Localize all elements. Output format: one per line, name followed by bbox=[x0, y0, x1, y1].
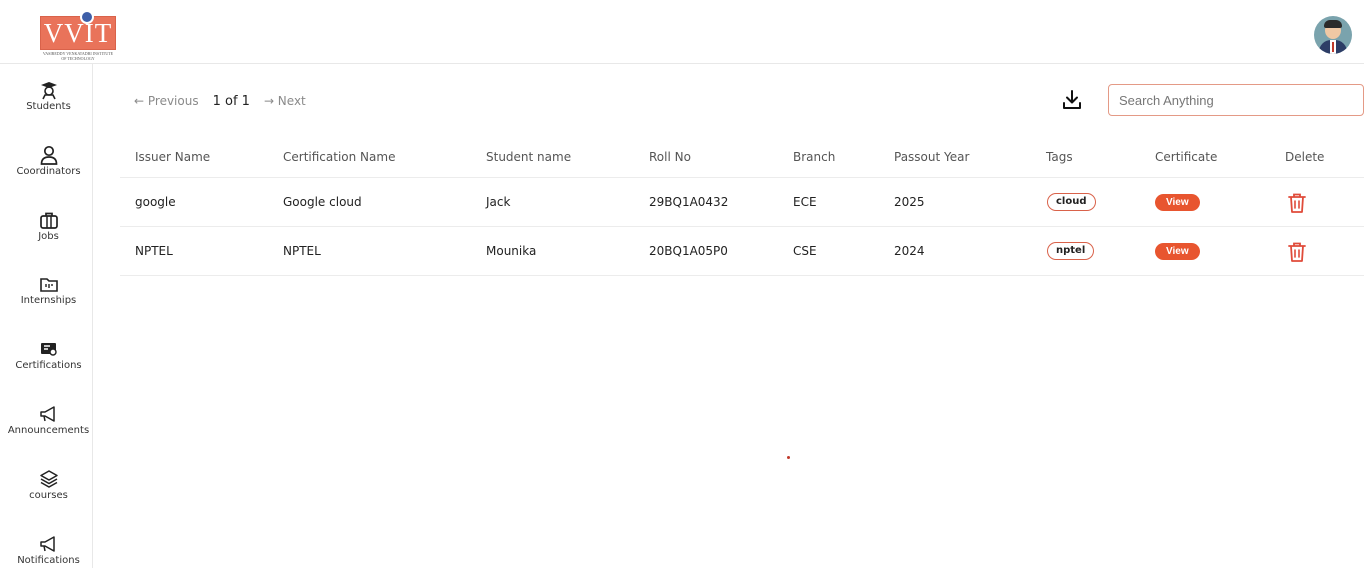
column-header-student-name[interactable]: Student name bbox=[486, 150, 571, 164]
sidebar-item-label: Certifications bbox=[15, 360, 82, 371]
column-header-certificate: Certificate bbox=[1155, 150, 1218, 164]
cell-roll-no: 20BQ1A05P0 bbox=[649, 244, 728, 258]
view-certificate-button[interactable]: View bbox=[1155, 243, 1200, 260]
previous-page-button[interactable]: ← Previous bbox=[134, 94, 199, 108]
download-icon[interactable] bbox=[1061, 88, 1083, 112]
megaphone-icon bbox=[39, 406, 55, 422]
trash-icon[interactable] bbox=[1286, 240, 1308, 264]
column-header-tags: Tags bbox=[1046, 150, 1073, 164]
briefcase-icon bbox=[39, 212, 58, 229]
cell-certification-name: Google cloud bbox=[283, 195, 362, 209]
sidebar-item-label: Notifications bbox=[17, 555, 80, 566]
cell-student-name: Mounika bbox=[486, 244, 537, 258]
logo-emblem-icon bbox=[80, 10, 94, 24]
table-header: Issuer Name Certification Name Student n… bbox=[120, 138, 1364, 178]
cell-issuer-name: google bbox=[135, 195, 176, 209]
tag-badge: nptel bbox=[1047, 242, 1095, 260]
avatar-hair bbox=[1324, 20, 1342, 28]
table-row[interactable]: NPTEL NPTEL Mounika 20BQ1A05P0 CSE 2024 … bbox=[120, 227, 1364, 276]
user-avatar-icon[interactable] bbox=[1314, 16, 1352, 54]
cell-certification-name: NPTEL bbox=[283, 244, 321, 258]
graduate-icon bbox=[40, 82, 57, 100]
cell-student-name: Jack bbox=[486, 195, 511, 209]
top-bar: VVIT VASIREDDY VENKATADRI INSTITUTE OF T… bbox=[0, 0, 1364, 64]
tag-badge: cloud bbox=[1047, 193, 1096, 211]
pagination: ← Previous 1 of 1 → Next bbox=[134, 91, 306, 111]
sidebar-item-label: Students bbox=[26, 101, 71, 112]
cell-issuer-name: NPTEL bbox=[135, 244, 173, 258]
sidebar-item-courses[interactable]: courses bbox=[0, 469, 97, 501]
sidebar-item-label: Internships bbox=[20, 295, 77, 306]
cell-branch: CSE bbox=[793, 244, 817, 258]
sidebar-item-internships[interactable]: Internships bbox=[0, 274, 97, 306]
logo-subtitle: VASIREDDY VENKATADRI INSTITUTE OF TECHNO… bbox=[42, 51, 114, 61]
sidebar-item-label: Announcements bbox=[7, 425, 90, 436]
table-row[interactable]: google Google cloud Jack 29BQ1A0432 ECE … bbox=[120, 178, 1364, 227]
trash-icon[interactable] bbox=[1286, 191, 1308, 215]
megaphone-icon bbox=[39, 536, 55, 552]
sidebar-item-certifications[interactable]: Certifications bbox=[0, 339, 97, 371]
logo-text: VVIT bbox=[43, 18, 113, 48]
column-header-branch[interactable]: Branch bbox=[793, 150, 835, 164]
sidebar-item-coordinators[interactable]: Coordinators bbox=[0, 145, 97, 177]
sidebar-item-announcements[interactable]: Announcements bbox=[0, 404, 97, 436]
cell-branch: ECE bbox=[793, 195, 817, 209]
search-input[interactable] bbox=[1108, 84, 1364, 116]
folder-icon bbox=[39, 278, 58, 292]
cell-roll-no: 29BQ1A0432 bbox=[649, 195, 729, 209]
view-certificate-button[interactable]: View bbox=[1155, 194, 1200, 211]
sidebar-item-jobs[interactable]: Jobs bbox=[0, 210, 97, 242]
column-header-passout-year[interactable]: Passout Year bbox=[894, 150, 969, 164]
cell-passout-year: 2025 bbox=[894, 195, 925, 209]
sidebar-item-notifications[interactable]: Notifications bbox=[0, 534, 97, 566]
sidebar-item-label: courses bbox=[29, 490, 68, 501]
sidebar: Students Coordinators Jobs Internships C… bbox=[0, 64, 93, 568]
next-page-button[interactable]: → Next bbox=[264, 94, 306, 108]
page-indicator: 1 of 1 bbox=[212, 93, 250, 109]
certificate-icon bbox=[40, 343, 57, 356]
sidebar-item-label: Jobs bbox=[38, 231, 59, 242]
avatar-tie bbox=[1332, 42, 1334, 52]
sidebar-item-students[interactable]: Students bbox=[0, 80, 97, 112]
column-header-certification-name[interactable]: Certification Name bbox=[283, 150, 395, 164]
vvit-logo[interactable]: VVIT VASIREDDY VENKATADRI INSTITUTE OF T… bbox=[40, 10, 116, 61]
user-icon bbox=[40, 145, 57, 165]
cell-passout-year: 2024 bbox=[894, 244, 925, 258]
loading-dot bbox=[787, 456, 790, 459]
sidebar-item-label: Coordinators bbox=[16, 166, 81, 177]
column-header-issuer-name[interactable]: Issuer Name bbox=[135, 150, 210, 164]
column-header-roll-no[interactable]: Roll No bbox=[649, 150, 691, 164]
layers-icon bbox=[39, 470, 58, 488]
column-header-delete: Delete bbox=[1285, 150, 1325, 164]
